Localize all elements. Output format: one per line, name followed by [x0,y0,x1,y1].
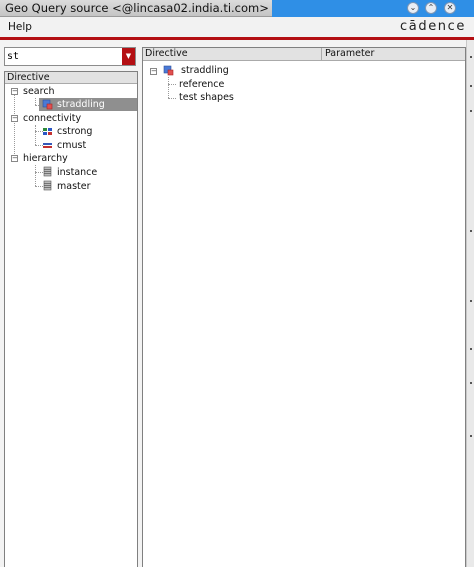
tree-connector [168,77,169,98]
menu-help[interactable]: Help [8,21,32,33]
detail-item-reference[interactable]: reference [179,78,224,91]
tree-column-header[interactable]: Directive [5,72,137,84]
menu-bar: Help cādence [0,17,474,37]
tree-group-label: connectivity [23,113,82,124]
search-combobox[interactable]: ▼ [4,47,136,66]
tree-group-hierarchy[interactable]: hierarchy [23,152,68,165]
cmust-icon [43,143,52,148]
close-icon[interactable]: ✕ [444,2,456,14]
directive-detail-panel[interactable]: Directive Parameter − straddling referen… [142,47,466,567]
edge-tick [470,85,472,87]
edge-tick [470,110,472,112]
collapse-icon[interactable]: − [11,88,18,95]
instance-icon [43,166,52,177]
minimize-icon[interactable]: ⌄ [407,2,419,14]
search-input[interactable] [7,49,119,63]
column-divider[interactable] [321,48,322,60]
detail-item-test-shapes[interactable]: test shapes [179,91,234,104]
tree-connector [35,98,36,105]
tree-item-label: test shapes [179,92,234,103]
tree-connector [168,98,176,99]
tree-item-master[interactable]: master [57,180,91,193]
column-header-directive[interactable]: Directive [145,48,188,60]
edge-tick [470,435,472,437]
tree-item-label: cstrong [57,126,93,137]
maximize-icon[interactable]: ⌃ [425,2,437,14]
chevron-down-icon[interactable]: ▼ [122,48,135,65]
collapse-icon[interactable]: − [11,115,18,122]
tree-group-search[interactable]: search [23,85,55,98]
cadence-logo: cādence [400,19,466,34]
edge-tick [470,300,472,302]
tree-item-label: straddling [181,65,229,76]
edge-tick [470,56,472,58]
tree-item-cstrong[interactable]: cstrong [57,125,92,138]
tree-group-connectivity[interactable]: connectivity [23,112,81,125]
cstrong-icon [43,128,52,135]
tree-header-label: Directive [7,72,50,83]
tree-item-label: straddling [57,99,105,110]
window-title: Geo Query source <@lincasa02.india.ti.co… [5,1,269,15]
detail-item-straddling[interactable]: straddling [181,64,229,77]
tree-item-label: cmust [57,140,87,151]
tree-item-label: master [57,181,91,192]
tree-group-label: search [23,86,55,97]
tree-item-label: reference [179,79,225,90]
tree-item-instance[interactable]: instance [57,166,97,179]
detail-column-headers: Directive Parameter [143,48,465,61]
tree-connector [14,94,15,158]
collapse-icon[interactable]: − [150,68,157,75]
window-edge [466,40,474,567]
edge-tick [470,230,472,232]
tree-item-straddling[interactable]: straddling [57,98,105,111]
tree-item-label: instance [57,167,98,178]
title-bar[interactable]: Geo Query source <@lincasa02.india.ti.co… [0,0,474,17]
master-icon [43,180,52,191]
directive-tree-panel[interactable]: Directive − search straddling − connecti… [4,71,138,567]
column-header-parameter[interactable]: Parameter [325,48,374,60]
tree-item-cmust[interactable]: cmust [57,139,86,152]
collapse-icon[interactable]: − [11,155,18,162]
edge-tick [470,348,472,350]
tree-group-label: hierarchy [23,153,68,164]
tree-connector [35,125,36,145]
tree-connector [35,165,36,186]
straddling-icon [163,65,174,76]
tree-connector [168,84,176,85]
edge-tick [470,382,472,384]
straddling-icon [42,99,53,110]
